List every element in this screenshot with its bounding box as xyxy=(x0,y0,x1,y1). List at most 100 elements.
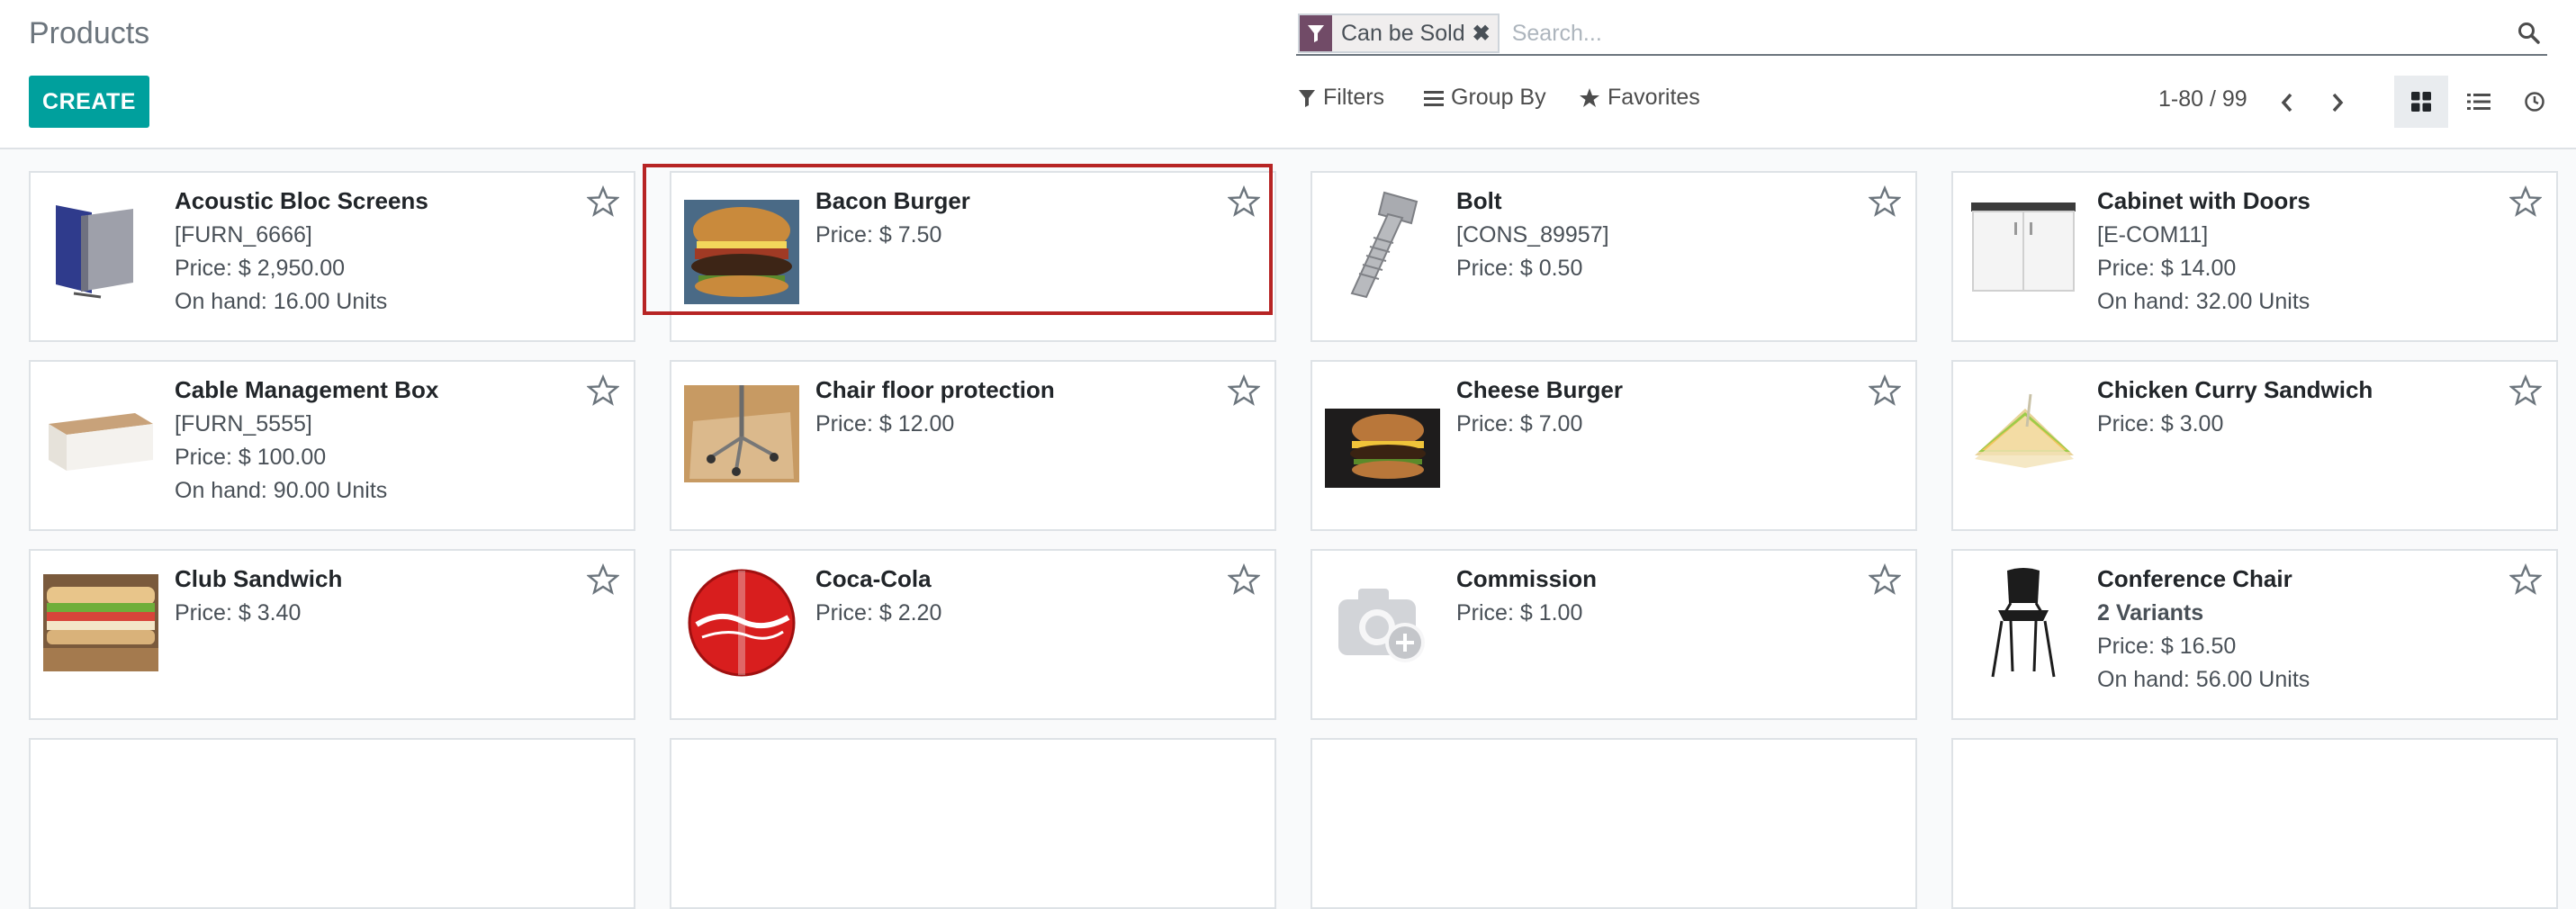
star-outline-icon[interactable] xyxy=(587,374,619,407)
chevron-left-icon xyxy=(2281,93,2292,112)
product-name: Chair floor protection xyxy=(815,376,1055,403)
group-by-button[interactable]: Group By xyxy=(1424,85,1546,111)
product-reference: [FURN_5555] xyxy=(175,411,312,436)
product-card[interactable]: Coca-Cola Price: $ 2.20 xyxy=(670,549,1276,720)
filters-label: Filters xyxy=(1323,85,1385,110)
activity-view-button[interactable] xyxy=(2508,76,2562,128)
facet-remove-icon[interactable]: ✖ xyxy=(1473,21,1498,47)
product-variants: 2 Variants xyxy=(2097,600,2204,626)
product-on-hand: On hand: 90.00 Units xyxy=(175,478,388,503)
star-outline-icon[interactable] xyxy=(1228,374,1260,407)
pager-previous-button[interactable] xyxy=(2272,85,2302,121)
star-outline-icon[interactable] xyxy=(1869,185,1901,218)
product-card[interactable]: Chicken Curry Sandwich Price: $ 3.00 xyxy=(1951,360,2558,531)
star-outline-icon[interactable] xyxy=(2509,185,2542,218)
cheese-burger-image xyxy=(1325,391,1440,506)
control-panel: Products CREATE Can be Sold ✖ Filters Gr… xyxy=(0,0,2576,149)
curry-sandwich-image xyxy=(1966,376,2081,491)
facet-label: Can be Sold xyxy=(1341,20,1465,46)
product-card[interactable]: Cheese Burger Price: $ 7.00 xyxy=(1311,360,1917,531)
product-card[interactable]: Bolt [CONS_89957] Price: $ 0.50 xyxy=(1311,171,1917,342)
product-price: Price: $ 100.00 xyxy=(175,445,327,470)
product-card[interactable]: Club Sandwich Price: $ 3.40 xyxy=(29,549,635,720)
product-name: Bacon Burger xyxy=(815,187,970,214)
product-card[interactable]: Chair floor protection Price: $ 12.00 xyxy=(670,360,1276,531)
group-by-label: Group By xyxy=(1451,85,1546,110)
product-price: Price: $ 0.50 xyxy=(1456,256,1583,281)
product-card[interactable]: Bacon Burger Price: $ 7.50 xyxy=(643,164,1276,342)
product-price: Price: $ 1.00 xyxy=(1456,600,1583,626)
product-price: Price: $ 12.00 xyxy=(815,411,955,436)
create-button[interactable]: CREATE xyxy=(29,76,149,128)
product-price: Price: $ 2,950.00 xyxy=(175,256,346,281)
star-outline-icon[interactable] xyxy=(2509,374,2542,407)
product-on-hand: On hand: 16.00 Units xyxy=(175,289,388,314)
cable-box-image xyxy=(43,376,158,491)
product-price: Price: $ 2.20 xyxy=(815,600,942,626)
page-title: Products xyxy=(29,16,150,50)
star-outline-icon[interactable] xyxy=(2509,563,2542,596)
coca-cola-image xyxy=(684,565,799,680)
star-outline-icon[interactable] xyxy=(1228,185,1260,218)
pager-next-button[interactable] xyxy=(2322,85,2353,121)
product-name: Coca-Cola xyxy=(815,565,932,592)
bacon-burger-image xyxy=(684,194,799,310)
kanban-icon xyxy=(2411,92,2431,112)
filter-icon xyxy=(1299,89,1315,107)
favorites-button[interactable]: Favorites xyxy=(1579,85,1700,111)
clock-icon xyxy=(2525,92,2544,112)
product-reference: [E-COM11] xyxy=(2097,222,2209,248)
product-on-hand: On hand: 56.00 Units xyxy=(2097,667,2310,692)
product-price: Price: $ 16.50 xyxy=(2097,634,2237,659)
star-outline-icon[interactable] xyxy=(1228,563,1260,596)
search-icon[interactable] xyxy=(2511,22,2547,45)
star-outline-icon[interactable] xyxy=(1869,563,1901,596)
product-on-hand: On hand: 32.00 Units xyxy=(2097,289,2310,314)
product-card[interactable] xyxy=(1951,738,2558,909)
product-card[interactable]: Commission Price: $ 1.00 xyxy=(1311,549,1917,720)
star-outline-icon[interactable] xyxy=(587,563,619,596)
search-facet[interactable]: Can be Sold ✖ xyxy=(1298,14,1500,53)
product-name: Commission xyxy=(1456,565,1598,592)
product-price: Price: $ 14.00 xyxy=(2097,256,2237,281)
product-name: Cheese Burger xyxy=(1456,376,1623,403)
product-price: Price: $ 7.00 xyxy=(1456,411,1583,436)
product-price: Price: $ 7.50 xyxy=(815,222,942,248)
product-card[interactable]: Acoustic Bloc Screens [FURN_6666] Price:… xyxy=(29,171,635,342)
camera-placeholder-icon xyxy=(1325,565,1440,680)
product-name: Cabinet with Doors xyxy=(2097,187,2310,214)
product-card[interactable] xyxy=(670,738,1276,909)
kanban-view-button[interactable] xyxy=(2394,76,2448,128)
bolt-image xyxy=(1325,187,1440,302)
floor-protection-image xyxy=(684,376,799,491)
club-sandwich-image xyxy=(43,565,158,680)
pager-value[interactable]: 1-80 / 99 xyxy=(2158,86,2247,112)
search-bar: Can be Sold ✖ xyxy=(1296,13,2547,56)
product-reference: [FURN_6666] xyxy=(175,222,312,248)
product-card[interactable] xyxy=(29,738,635,909)
filters-button[interactable]: Filters xyxy=(1298,85,1384,111)
list-view-button[interactable] xyxy=(2452,76,2506,128)
filter-icon xyxy=(1300,15,1332,51)
product-price: Price: $ 3.00 xyxy=(2097,411,2224,436)
star-outline-icon[interactable] xyxy=(587,185,619,218)
conference-chair-image xyxy=(1966,565,2081,680)
chevron-right-icon xyxy=(2332,93,2344,112)
star-icon xyxy=(1580,87,1599,107)
bars-icon xyxy=(1424,90,1444,106)
product-reference: [CONS_89957] xyxy=(1456,222,1609,248)
product-price: Price: $ 3.40 xyxy=(175,600,302,626)
cabinet-image xyxy=(1966,187,2081,302)
product-card[interactable] xyxy=(1311,738,1917,909)
search-input[interactable] xyxy=(1499,14,2511,52)
product-card[interactable]: Cable Management Box [FURN_5555] Price: … xyxy=(29,360,635,531)
product-name: Bolt xyxy=(1456,187,1502,214)
product-card[interactable]: Conference Chair 2 Variants Price: $ 16.… xyxy=(1951,549,2558,720)
star-outline-icon[interactable] xyxy=(1869,374,1901,407)
product-name: Chicken Curry Sandwich xyxy=(2097,376,2373,403)
list-icon xyxy=(2467,94,2490,110)
product-name: Cable Management Box xyxy=(175,376,439,403)
product-name: Conference Chair xyxy=(2097,565,2292,592)
product-card[interactable]: Cabinet with Doors [E-COM11] Price: $ 14… xyxy=(1951,171,2558,342)
product-name: Acoustic Bloc Screens xyxy=(175,187,428,214)
